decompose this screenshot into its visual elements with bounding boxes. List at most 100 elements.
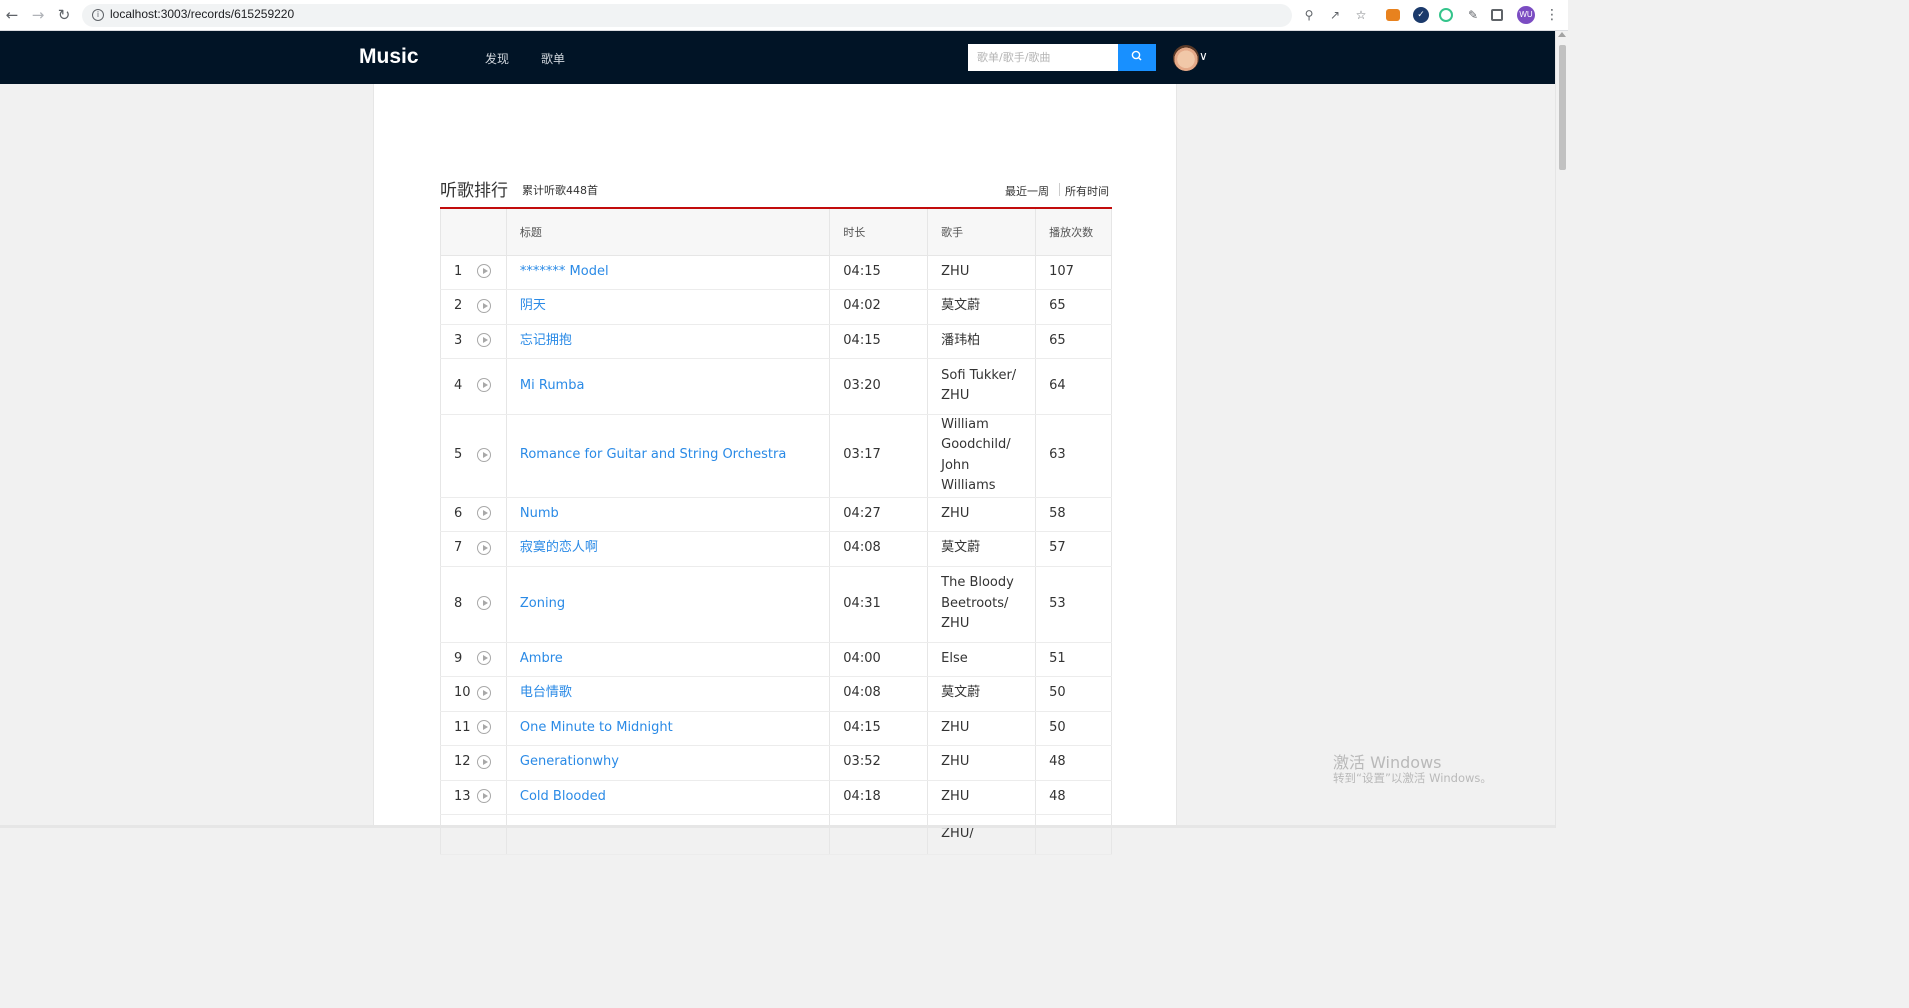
song-title-link[interactable]: Generationwhy <box>520 754 619 769</box>
song-title-link[interactable]: Romance for Guitar and String Orchestra <box>520 447 786 462</box>
app-logo[interactable]: Music <box>359 45 419 69</box>
search-button[interactable] <box>1118 44 1156 71</box>
search-input[interactable] <box>968 44 1118 71</box>
song-title-link[interactable]: Numb <box>520 506 559 521</box>
song-title-link[interactable]: 寂寞的恋人啊 <box>520 540 598 555</box>
play-count: 48 <box>1035 745 1112 781</box>
forward-icon[interactable]: → <box>29 6 47 24</box>
play-count: 65 <box>1035 289 1112 325</box>
song-artist: The Bloody Beetroots/ ZHU <box>927 566 1036 643</box>
ring-extension-icon[interactable] <box>1439 8 1453 22</box>
song-title-cell <box>505 814 830 855</box>
range-last-week-button[interactable]: 最近一周 <box>1005 183 1049 199</box>
fox-extension-icon[interactable] <box>1386 9 1400 21</box>
app-header: Music 发现 歌单 ∨ <box>0 31 1555 84</box>
header-plays: 播放次数 <box>1035 209 1112 256</box>
play-circle-icon[interactable] <box>477 651 491 666</box>
play-circle-icon[interactable] <box>477 540 491 555</box>
song-title-link[interactable]: One Minute to Midnight <box>520 720 673 735</box>
puzzle-extensions-icon[interactable]: ✎ <box>1465 7 1481 23</box>
row-index: 9 <box>454 650 463 666</box>
table-row: 4 Mi Rumba 03:20 Sofi Tukker/ ZHU 64 <box>440 358 1112 415</box>
song-artist: 潘玮柏 <box>927 324 1036 359</box>
song-title-link[interactable]: 忘记拥抱 <box>520 333 572 348</box>
table-row: 7 寂寞的恋人啊 04:08 莫文蔚 57 <box>440 531 1112 567</box>
play-circle-icon[interactable] <box>477 264 491 279</box>
table-row: 6 Numb 04:27 ZHU 58 <box>440 497 1112 532</box>
table-header-row: 标题 时长 歌手 播放次数 <box>440 209 1112 256</box>
chevron-down-icon[interactable]: ∨ <box>1199 49 1208 63</box>
row-index-cell: 13 <box>440 780 507 815</box>
play-count: 53 <box>1035 566 1112 643</box>
row-index: 11 <box>454 719 471 735</box>
play-circle-icon[interactable] <box>477 298 491 313</box>
play-circle-icon[interactable] <box>477 333 491 348</box>
song-title-cell: Mi Rumba <box>505 358 830 415</box>
profile-avatar[interactable]: WU <box>1517 6 1535 24</box>
row-index: 4 <box>454 377 463 393</box>
play-circle-icon[interactable] <box>477 789 491 804</box>
table-row: 13 Cold Blooded 04:18 ZHU 48 <box>440 780 1112 815</box>
row-index-cell: 7 <box>440 531 507 567</box>
play-circle-icon[interactable] <box>477 447 491 462</box>
song-title-link[interactable]: ******* Model <box>520 264 609 279</box>
nav-playlists[interactable]: 歌单 <box>541 50 565 67</box>
song-artist: ZHU <box>927 780 1036 815</box>
play-count: 48 <box>1035 780 1112 815</box>
user-avatar[interactable] <box>1173 45 1199 71</box>
song-title-cell: Cold Blooded <box>505 780 830 815</box>
song-title-link[interactable]: Ambre <box>520 651 563 666</box>
song-duration <box>829 814 928 855</box>
song-artist: 莫文蔚 <box>927 531 1036 567</box>
song-title-link[interactable]: Cold Blooded <box>520 789 606 804</box>
row-index-cell: 9 <box>440 642 507 677</box>
play-circle-icon[interactable] <box>477 378 491 393</box>
play-circle-icon[interactable] <box>477 685 491 700</box>
row-index: 7 <box>454 540 463 556</box>
song-title-link[interactable]: Mi Rumba <box>520 378 585 393</box>
row-index: 8 <box>454 595 463 611</box>
song-artist: 莫文蔚 <box>927 289 1036 325</box>
check-extension-icon[interactable]: ✓ <box>1413 7 1429 23</box>
scroll-thumb[interactable] <box>1559 45 1566 170</box>
nav-discover[interactable]: 发现 <box>485 50 509 67</box>
table-row: 2 阴天 04:02 莫文蔚 65 <box>440 289 1112 325</box>
song-title-link[interactable]: 阴天 <box>520 298 546 313</box>
play-count: 51 <box>1035 642 1112 677</box>
site-info-icon[interactable]: i <box>92 9 104 21</box>
menu-kebab-icon[interactable]: ⋮ <box>1544 7 1560 23</box>
row-index-cell: 10 <box>440 676 507 712</box>
song-title-cell: 忘记拥抱 <box>505 324 830 359</box>
table-row: 5 Romance for Guitar and String Orchestra… <box>440 414 1112 498</box>
header-index <box>440 209 507 256</box>
play-circle-icon[interactable] <box>477 754 491 769</box>
song-title-link[interactable]: 电台情歌 <box>520 685 572 700</box>
range-all-time-button[interactable]: 所有时间 <box>1065 183 1109 199</box>
back-icon[interactable]: ← <box>3 6 21 24</box>
row-index-cell: 8 <box>440 566 507 643</box>
reload-icon[interactable]: ↻ <box>55 6 73 24</box>
sidebar-toggle-icon[interactable] <box>1491 9 1503 21</box>
song-title-link[interactable]: Zoning <box>520 596 565 611</box>
song-title-cell: 电台情歌 <box>505 676 830 712</box>
song-duration: 04:27 <box>829 497 928 532</box>
row-index: 13 <box>454 788 471 804</box>
play-circle-icon[interactable] <box>477 506 491 521</box>
song-artist: ZHU <box>927 497 1036 532</box>
row-index-cell: 12 <box>440 745 507 781</box>
play-circle-icon[interactable] <box>477 596 491 611</box>
song-duration: 04:15 <box>829 324 928 359</box>
play-circle-icon[interactable] <box>477 720 491 735</box>
key-icon[interactable]: ⚲ <box>1301 7 1317 23</box>
song-artist: ZHU <box>927 745 1036 781</box>
page-scrollbar[interactable] <box>1555 31 1568 828</box>
url-text[interactable]: localhost:3003/records/615259220 <box>110 7 294 21</box>
table-row: ZHU/ <box>440 814 1112 855</box>
table-row: 12 Generationwhy 03:52 ZHU 48 <box>440 745 1112 781</box>
scroll-up-arrow-icon[interactable] <box>1558 32 1566 37</box>
share-icon[interactable]: ↗ <box>1327 7 1343 23</box>
ranking-title: 听歌排行 <box>440 181 508 201</box>
bottom-edge <box>0 825 1555 828</box>
song-artist: ZHU/ <box>927 814 1036 855</box>
bookmark-star-icon[interactable]: ☆ <box>1353 7 1369 23</box>
